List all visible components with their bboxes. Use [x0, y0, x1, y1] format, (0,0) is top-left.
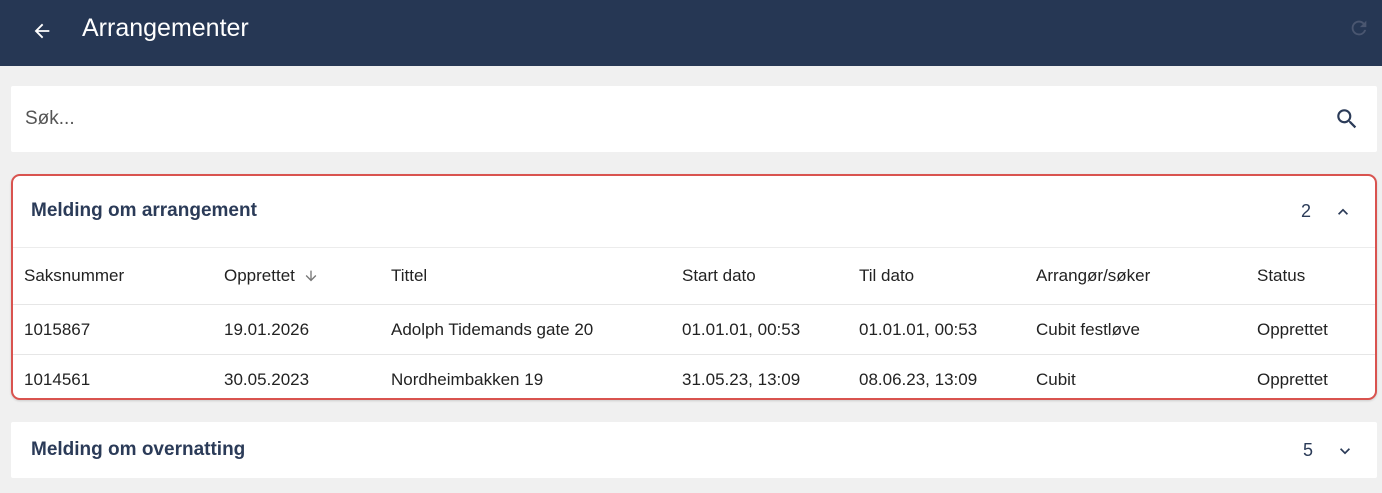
arrow-down-icon: [303, 268, 319, 284]
cell-arrangor: Cubit: [1036, 370, 1076, 389]
cell-start-dato: 01.01.01, 00:53: [682, 319, 801, 339]
column-header-tittel[interactable]: Tittel: [391, 248, 427, 304]
table-row[interactable]: 1014561 30.05.2023 Nordheimbakken 19 31.…: [13, 355, 1375, 405]
cell-start-dato: 31.05.23, 13:09: [682, 370, 801, 389]
column-header-status[interactable]: Status: [1257, 248, 1305, 304]
chevron-down-icon[interactable]: [1334, 440, 1356, 462]
section-melding-om-overnatting: Melding om overnatting 5: [11, 422, 1377, 478]
table-header-row: Saksnummer Opprettet Tittel Start dato T…: [13, 248, 1375, 305]
search-input[interactable]: [25, 100, 1315, 138]
section-melding-om-arrangement: Melding om arrangement 2 Saksnummer Oppr…: [11, 174, 1377, 400]
cell-til-dato: 08.06.23, 13:09: [859, 370, 978, 389]
cell-opprettet: 30.05.2023: [224, 370, 310, 389]
arrow-left-icon: [34, 23, 50, 39]
back-button[interactable]: [26, 15, 58, 47]
cell-saksnummer: 1014561: [24, 370, 91, 389]
cell-tittel: Adolph Tidemands gate 20: [391, 319, 594, 339]
section-count: 5: [1303, 440, 1314, 460]
cell-saksnummer: 1015867: [24, 319, 91, 339]
table-row[interactable]: 1015867 19.01.2026 Adolph Tidemands gate…: [13, 305, 1375, 355]
search-button[interactable]: [1333, 105, 1361, 133]
cell-opprettet: 19.01.2026: [224, 319, 310, 339]
column-header-saksnummer[interactable]: Saksnummer: [24, 248, 124, 304]
section-title: Melding om overnatting: [31, 439, 246, 460]
section-count: 2: [1301, 201, 1312, 221]
cell-arrangor: Cubit festløve: [1036, 319, 1140, 339]
chevron-up-icon[interactable]: [1332, 201, 1354, 223]
cell-status: Opprettet: [1257, 319, 1328, 339]
refresh-icon: [1351, 20, 1367, 36]
section-title: Melding om arrangement: [31, 200, 257, 221]
page-title: Arrangementer: [82, 14, 249, 42]
section-header-arrangement[interactable]: Melding om arrangement 2: [13, 176, 1375, 248]
cell-tittel: Nordheimbakken 19: [391, 370, 544, 389]
cell-status: Opprettet: [1257, 370, 1328, 389]
search-icon: [1337, 109, 1357, 129]
refresh-button[interactable]: [1346, 15, 1372, 41]
column-header-start-dato[interactable]: Start dato: [682, 248, 756, 304]
column-header-label: Opprettet: [224, 266, 295, 285]
column-header-arrangor[interactable]: Arrangør/søker: [1036, 248, 1150, 304]
section-header-overnatting[interactable]: Melding om overnatting 5: [11, 422, 1377, 478]
column-header-opprettet[interactable]: Opprettet: [224, 248, 319, 304]
column-header-til-dato[interactable]: Til dato: [859, 248, 914, 304]
cell-til-dato: 01.01.01, 00:53: [859, 319, 978, 339]
arrangement-table: Saksnummer Opprettet Tittel Start dato T…: [13, 248, 1375, 405]
app-header: Arrangementer: [0, 0, 1382, 66]
search-bar: [11, 86, 1377, 152]
